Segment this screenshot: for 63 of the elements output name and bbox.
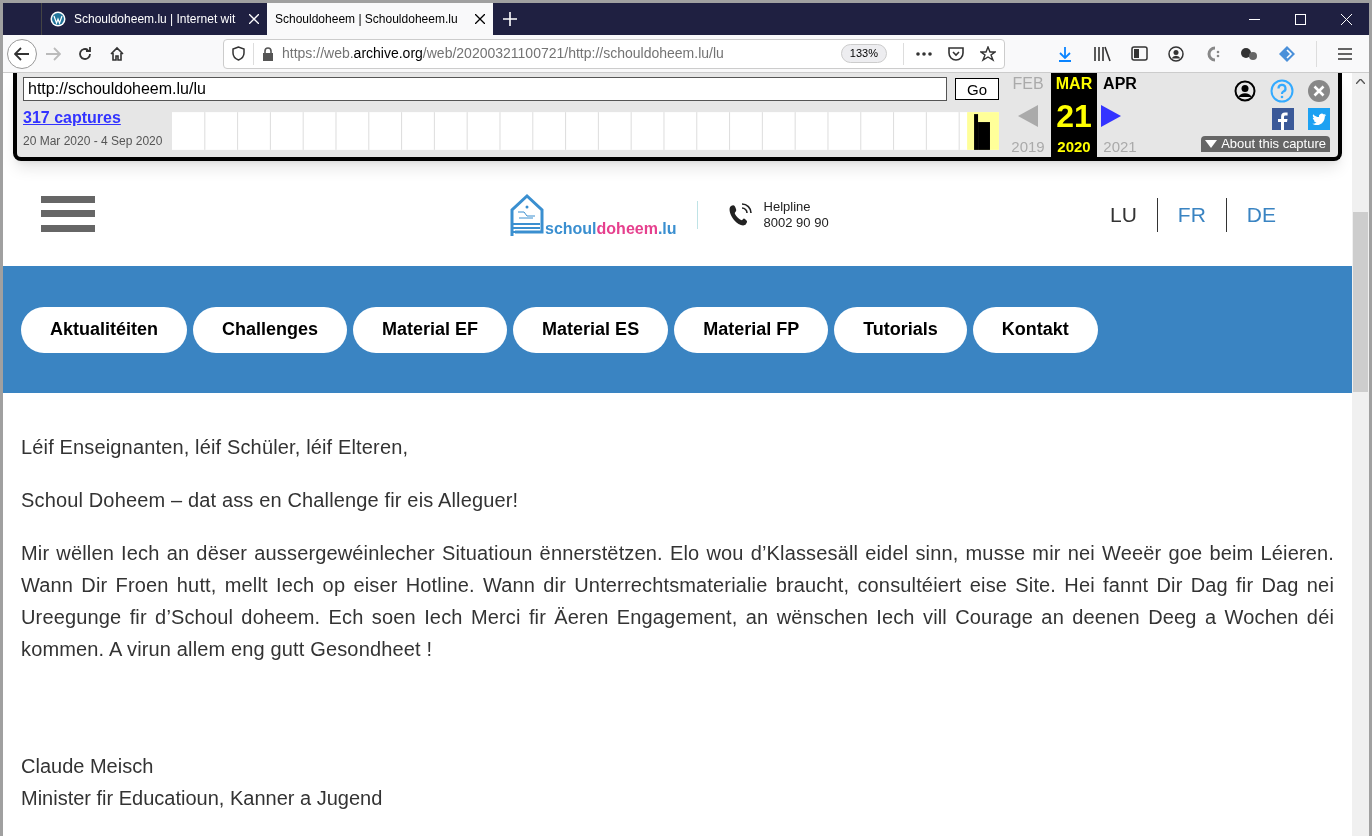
- nav-button[interactable]: Material ES: [513, 306, 669, 353]
- paragraph: Léif Enseignanten, léif Schüler, léif Elteren,: [21, 435, 410, 460]
- close-icon: [1340, 13, 1352, 25]
- captures-link[interactable]: 317 captures: [23, 106, 173, 130]
- star-icon[interactable]: [980, 45, 996, 62]
- account-icon[interactable]: [1234, 80, 1256, 102]
- phone-icon: [727, 202, 754, 227]
- signature-title: Minister fir Educatioun, Kanner a Jugend: [21, 786, 384, 811]
- signature-name: Claude Meisch: [21, 754, 155, 779]
- account-icon[interactable]: [1168, 45, 1184, 62]
- maximize-icon: [1294, 13, 1306, 25]
- twitter-icon[interactable]: [1308, 108, 1330, 130]
- back-button[interactable]: [7, 38, 37, 69]
- facebook-icon[interactable]: [1272, 108, 1294, 130]
- hamburger-menu-icon[interactable]: [41, 195, 95, 234]
- calendar-month[interactable]: APR: [1103, 74, 1137, 94]
- url-text: https://web.archive.org/web/20200321100721/http://schouldoheem.lu/lu: [282, 44, 724, 63]
- helpline-label: Helpline: [763, 198, 812, 215]
- scrollbar[interactable]: [1352, 73, 1369, 836]
- nav-button[interactable]: Material EF: [353, 306, 508, 353]
- menu-icon[interactable]: [1337, 46, 1353, 61]
- url-input-field[interactable]: http://schouldoheem.lu/lu: [23, 77, 947, 101]
- triangle-down-icon: [1205, 140, 1218, 148]
- scrollbar-thumb[interactable]: [1353, 212, 1368, 392]
- language-link[interactable]: FR: [1177, 198, 1206, 231]
- house-logo-icon: [509, 191, 545, 238]
- plus-icon: [503, 12, 517, 26]
- download-icon[interactable]: [1057, 45, 1073, 62]
- site-logo-text[interactable]: schouldoheem.lu: [545, 220, 677, 237]
- go-button[interactable]: Go: [955, 78, 999, 100]
- browser-tab[interactable]: Schouldoheem | Schouldoheem.lu: [267, 3, 493, 35]
- nav-button[interactable]: Tutorials: [834, 306, 967, 353]
- address-bar[interactable]: https://web.archive.org/web/20200321100721/http://schouldoheem.lu/lu 133%: [223, 38, 1005, 69]
- calendar-month[interactable]: MAR: [1055, 74, 1093, 94]
- back-arrow-icon: [14, 46, 30, 61]
- nav-button[interactable]: Aktualitéiten: [21, 306, 188, 353]
- nav-button[interactable]: Challenges: [193, 306, 348, 353]
- nav-button[interactable]: Material FP: [674, 306, 829, 353]
- language-link[interactable]: DE: [1246, 198, 1276, 231]
- tab-title: Schouldoheem.lu | Internet wit: [74, 11, 237, 28]
- minimize-icon: [1248, 18, 1260, 20]
- language-link[interactable]: LU: [1109, 198, 1137, 231]
- more-icon[interactable]: [916, 51, 932, 56]
- nav-button[interactable]: Kontakt: [972, 306, 1098, 353]
- home-icon[interactable]: [109, 45, 125, 62]
- calendar-year[interactable]: 2020: [1057, 138, 1091, 156]
- pocket-icon[interactable]: [948, 46, 964, 61]
- capture-date-range: 20 Mar 2020 - 4 Sep 2020: [23, 133, 164, 150]
- reload-icon[interactable]: [77, 45, 93, 62]
- paragraph: Mir wëllen Iech an dëser aussergewéinlecher Situatioun ënnerstëtzen. Elo wou d’Klassesäll eidel sinn, musse mir nei Weeër goe beim Léieren. Wann Dir Froen hutt, mellt Iech op eiser Hotline. Wann dir Unterrechtsmaterialie braucht, consultéiert eise Site. Hei fannt Dir Dag fir Dag nei Ureegunge fir d’Schoul doheem. Ech soen Iech Merci fir Äeren Engagement, an wënschen Iech vill Courage an deenen Deeg a Wochen déi kommen. A virun allem eng gutt Gesondheet !: [21, 541, 1334, 662]
- library-icon[interactable]: [1093, 45, 1111, 62]
- lock-icon[interactable]: [262, 46, 274, 61]
- about-capture-button[interactable]: About this capture: [1201, 136, 1330, 152]
- sidebar-icon[interactable]: [1131, 46, 1148, 61]
- zoom-level-badge[interactable]: 133%: [840, 44, 887, 63]
- close-icon[interactable]: [475, 14, 485, 24]
- wordpress-logo-icon: [50, 11, 66, 27]
- tab-title: Schouldoheem | Schouldoheem.lu: [275, 11, 459, 28]
- shield-icon[interactable]: [232, 46, 245, 61]
- helpline-number[interactable]: 8002 90 90: [763, 214, 829, 231]
- next-arrow-icon[interactable]: [1101, 105, 1121, 127]
- paragraph: Schoul Doheem – dat ass en Challenge fir eis Alleguer!: [21, 488, 520, 513]
- capture-day: 21: [1056, 100, 1092, 132]
